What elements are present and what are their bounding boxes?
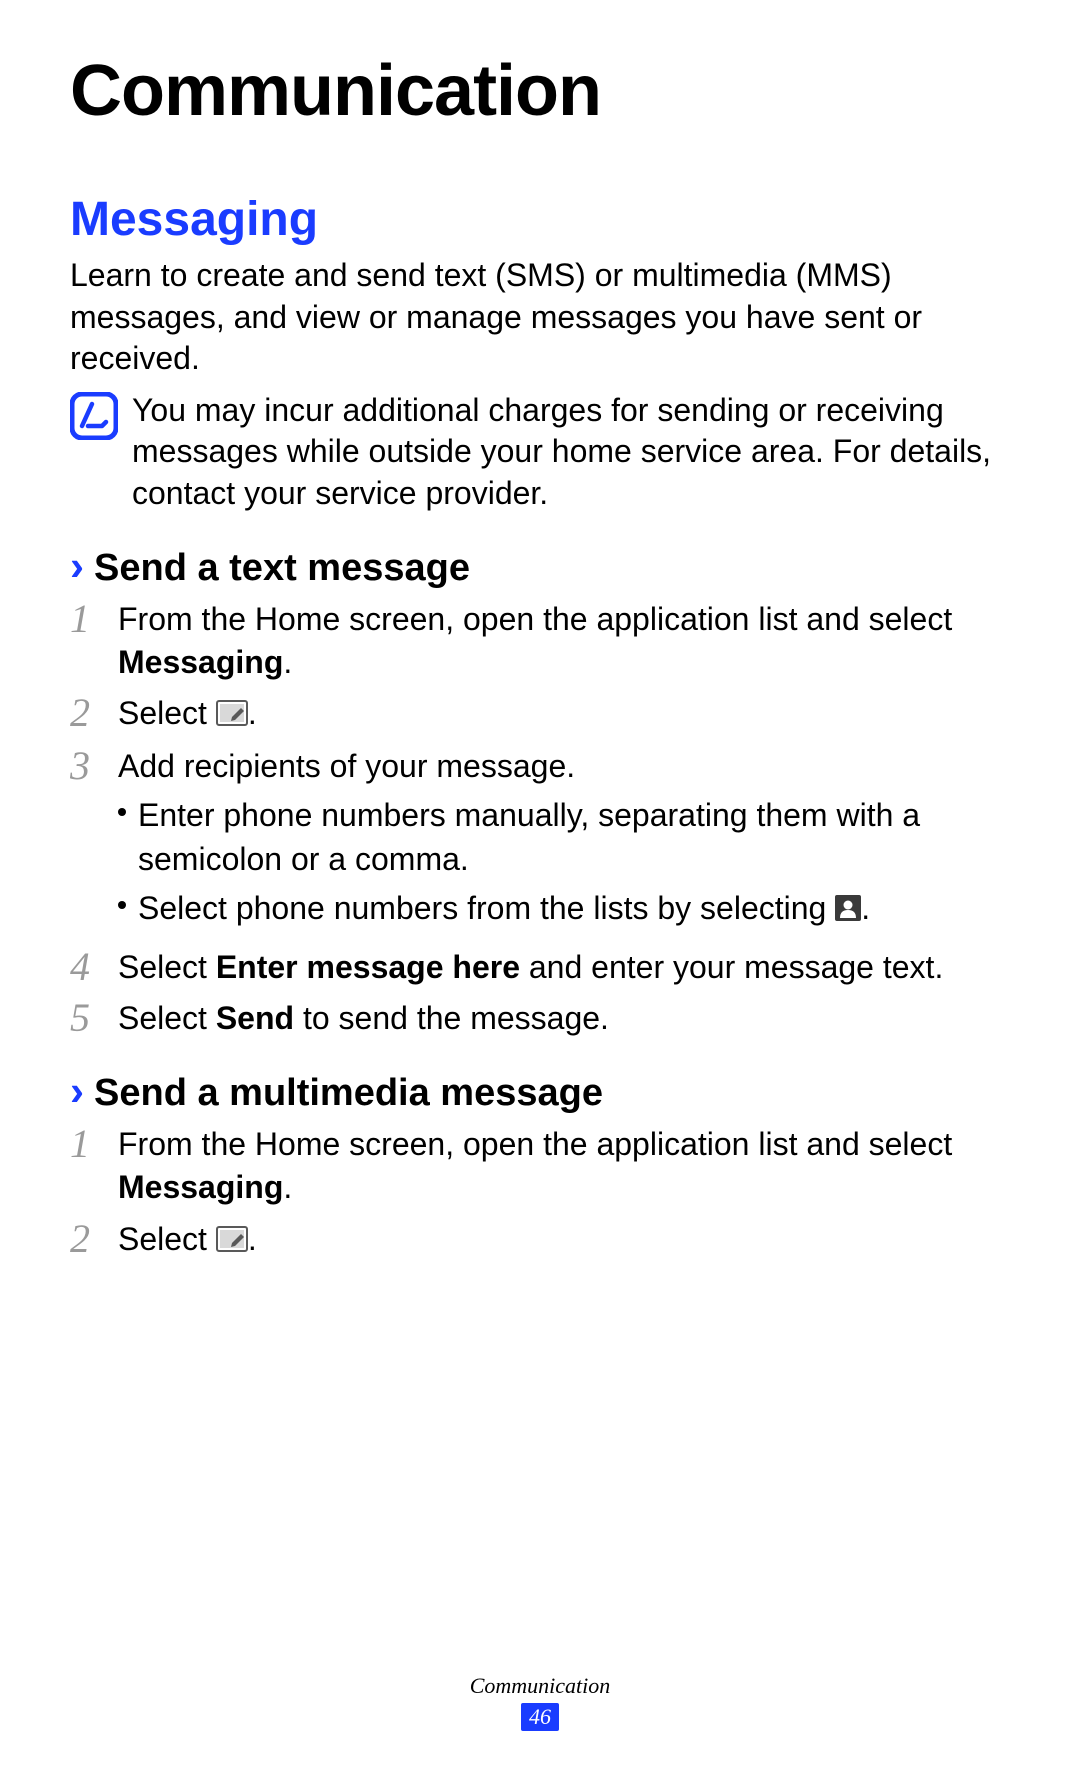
- step-bold: Messaging: [118, 644, 283, 680]
- section-title: Messaging: [70, 192, 1010, 247]
- step-text: .: [283, 644, 292, 680]
- step-text: Select: [118, 1000, 216, 1036]
- compose-icon: [216, 1220, 248, 1263]
- note-text: You may incur additional charges for sen…: [132, 390, 1010, 515]
- chapter-title: Communication: [70, 50, 1010, 132]
- step-number: 1: [70, 598, 98, 640]
- step-text: From the Home screen, open the applicati…: [118, 601, 952, 637]
- bullet-item: Enter phone numbers manually, separating…: [118, 794, 1010, 880]
- subsection-send-text: › Send a text message: [70, 545, 1010, 590]
- step-number: 2: [70, 692, 98, 734]
- step-text: .: [283, 1169, 292, 1205]
- note-icon: [70, 392, 118, 440]
- step-bold: Messaging: [118, 1169, 283, 1205]
- chevron-icon: ›: [70, 1070, 84, 1112]
- bullet-text: Enter phone numbers manually, separating…: [138, 794, 1010, 880]
- bullet-text: .: [861, 890, 870, 926]
- footer-label: Communication: [0, 1673, 1080, 1699]
- step-4: 4 Select Enter message here and enter yo…: [70, 946, 1010, 989]
- page-footer: Communication 46: [0, 1673, 1080, 1731]
- step-5: 5 Select Send to send the message.: [70, 997, 1010, 1040]
- subsection-send-multimedia: › Send a multimedia message: [70, 1070, 1010, 1115]
- intro-text: Learn to create and send text (SMS) or m…: [70, 255, 1010, 380]
- chevron-icon: ›: [70, 545, 84, 587]
- step-text: .: [248, 1221, 257, 1257]
- bullet-dot-icon: [118, 901, 126, 909]
- step-text: Select: [118, 695, 216, 731]
- page-number: 46: [521, 1703, 559, 1731]
- subsection-label: Send a text message: [94, 547, 470, 590]
- bullet-item: Select phone numbers from the lists by s…: [118, 887, 1010, 932]
- step-1: 1 From the Home screen, open the applica…: [70, 598, 1010, 684]
- step-text: to send the message.: [294, 1000, 609, 1036]
- bullet-dot-icon: [118, 808, 126, 816]
- bullet-text: Select phone numbers from the lists by s…: [138, 890, 835, 926]
- step-text: .: [248, 695, 257, 731]
- step-1: 1 From the Home screen, open the applica…: [70, 1123, 1010, 1209]
- step-number: 4: [70, 946, 98, 988]
- step-text: Select: [118, 949, 216, 985]
- step-text: Select: [118, 1221, 216, 1257]
- step-text: Add recipients of your message.: [118, 748, 575, 784]
- step-bold: Enter message here: [216, 949, 520, 985]
- step-number: 3: [70, 745, 98, 787]
- step-2: 2 Select .: [70, 1218, 1010, 1263]
- step-text: From the Home screen, open the applicati…: [118, 1126, 952, 1162]
- compose-icon: [216, 694, 248, 737]
- step-2: 2 Select .: [70, 692, 1010, 737]
- step-text: and enter your message text.: [520, 949, 943, 985]
- contact-icon: [835, 889, 861, 932]
- step-number: 5: [70, 997, 98, 1039]
- step-number: 1: [70, 1123, 98, 1165]
- step-3: 3 Add recipients of your message. Enter …: [70, 745, 1010, 938]
- step-bold: Send: [216, 1000, 294, 1036]
- note-block: You may incur additional charges for sen…: [70, 390, 1010, 515]
- subsection-label: Send a multimedia message: [94, 1072, 603, 1115]
- step-number: 2: [70, 1218, 98, 1260]
